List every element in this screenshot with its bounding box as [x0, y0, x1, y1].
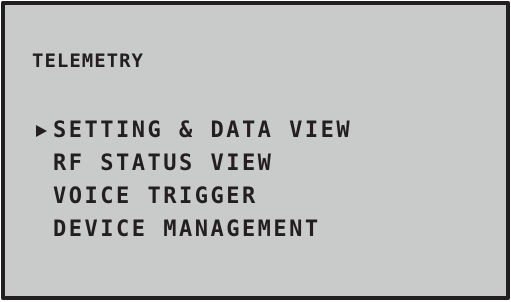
cursor-slot	[33, 220, 53, 240]
triangle-right-icon	[36, 124, 47, 137]
screen-title: TELEMETRY	[32, 50, 144, 72]
cursor-slot	[33, 154, 53, 174]
menu-item-label: SETTING & DATA VIEW	[53, 118, 353, 143]
menu-item-rf-status-view[interactable]: RF STATUS VIEW	[33, 147, 352, 180]
cursor-slot	[33, 187, 53, 207]
lcd-screen: TELEMETRY SETTING & DATA VIEW RF STATUS …	[1, 1, 510, 300]
telemetry-menu: SETTING & DATA VIEW RF STATUS VIEW VOICE…	[33, 114, 352, 246]
menu-item-label: VOICE TRIGGER	[53, 184, 258, 209]
menu-item-setting-data-view[interactable]: SETTING & DATA VIEW	[33, 114, 352, 147]
menu-item-label: RF STATUS VIEW	[53, 151, 274, 176]
menu-item-device-management[interactable]: DEVICE MANAGEMENT	[33, 213, 352, 246]
menu-item-voice-trigger[interactable]: VOICE TRIGGER	[33, 180, 352, 213]
cursor-slot	[33, 121, 53, 141]
menu-item-label: DEVICE MANAGEMENT	[53, 217, 321, 242]
